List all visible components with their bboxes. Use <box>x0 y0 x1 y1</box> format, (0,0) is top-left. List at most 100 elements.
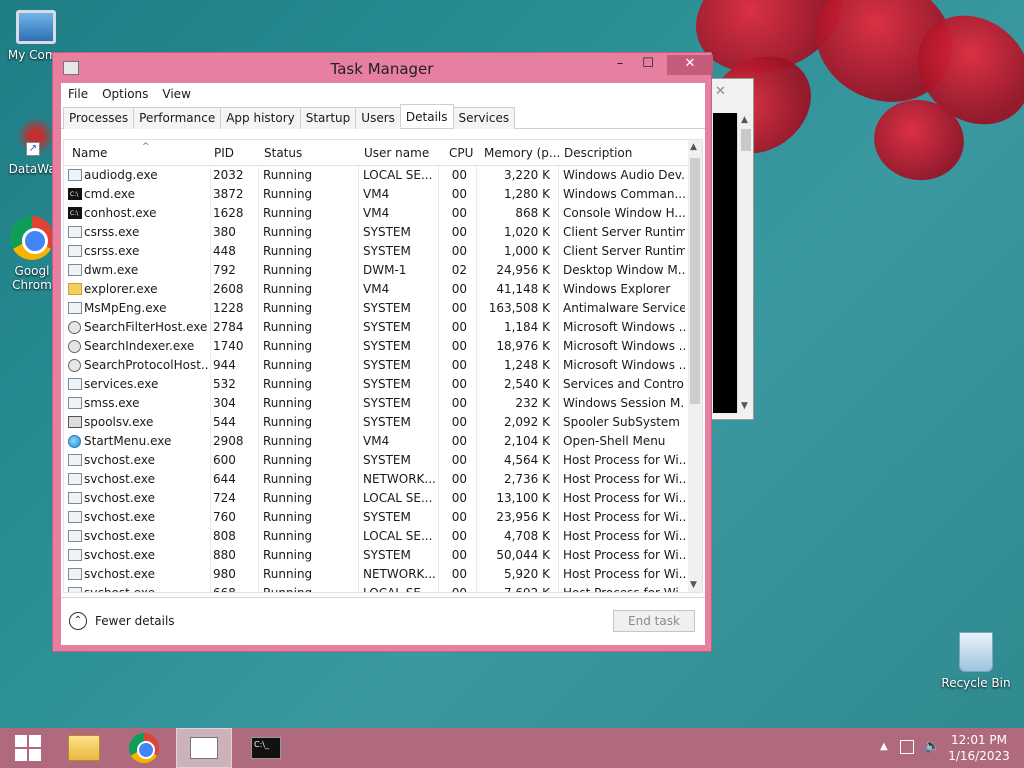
table-row[interactable]: svchost.exe 980 Running NETWORK... 00 5,920 K… <box>64 565 690 584</box>
network-icon[interactable] <box>900 740 914 754</box>
table-row[interactable]: svchost.exe 644 Running NETWORK... 00 2,736 K… <box>64 470 690 489</box>
desktop-icon-recycle-bin[interactable]: Recycle Bin <box>938 632 1014 690</box>
maximize-button[interactable]: ☐ <box>635 55 661 75</box>
minimize-button[interactable]: – <box>607 55 633 75</box>
table-row[interactable]: svchost.exe 724 Running LOCAL SE... 00 13,100… <box>64 489 690 508</box>
taskbar-chrome[interactable] <box>116 728 172 768</box>
scroll-down-icon[interactable]: ▼ <box>741 401 748 411</box>
process-name: StartMenu.exe <box>84 434 172 448</box>
menu-file[interactable]: File <box>61 83 95 105</box>
tab-startup[interactable]: Startup <box>299 107 357 129</box>
table-row[interactable]: conhost.exe 1628 Running VM4 00 868 K Console … <box>64 204 690 223</box>
taskbar-task-manager[interactable] <box>176 728 232 768</box>
process-pid: 792 <box>213 263 236 277</box>
table-row[interactable]: svchost.exe 668 Running LOCAL SE... 00 7,692 … <box>64 584 690 593</box>
process-cpu: 00 <box>451 168 467 182</box>
process-search-icon <box>68 340 81 353</box>
scroll-down-icon[interactable]: ▼ <box>690 580 697 590</box>
process-status: Running <box>263 320 313 334</box>
process-cpu: 00 <box>451 453 467 467</box>
process-memory: 1,020 K <box>503 225 550 239</box>
table-row[interactable]: dwm.exe 792 Running DWM-1 02 24,956 K Desktop … <box>64 261 690 280</box>
table-row[interactable]: smss.exe 304 Running SYSTEM 00 232 K Windows S… <box>64 394 690 413</box>
tab-strip: Processes Performance App history Startu… <box>61 104 705 129</box>
process-name: MsMpEng.exe <box>84 301 167 315</box>
table-row[interactable]: svchost.exe 880 Running SYSTEM 00 50,044 K Hos… <box>64 546 690 565</box>
table-scrollbar[interactable]: ▲ ▼ <box>688 140 702 592</box>
taskbar-file-explorer[interactable] <box>56 728 112 768</box>
process-name: services.exe <box>84 377 159 391</box>
table-row[interactable]: SearchProtocolHost.... 944 Running SYSTEM 00… <box>64 356 690 375</box>
process-printer-icon <box>68 416 82 428</box>
process-app-icon <box>68 378 82 390</box>
column-header-cpu[interactable]: CPU <box>449 146 473 160</box>
scroll-up-icon[interactable]: ▲ <box>741 115 748 125</box>
tab-performance[interactable]: Performance <box>133 107 222 129</box>
process-pid: 668 <box>213 586 236 593</box>
console-scrollbar[interactable]: ▲ ▼ <box>737 113 753 413</box>
process-memory: 2,736 K <box>503 472 550 486</box>
computer-icon <box>16 10 56 44</box>
background-console-window[interactable]: ✕ ▲ ▼ <box>708 78 754 420</box>
tab-app-history[interactable]: App history <box>220 107 301 129</box>
close-button[interactable]: ✕ <box>667 55 713 75</box>
table-row[interactable]: svchost.exe 808 Running LOCAL SE... 00 4,708 … <box>64 527 690 546</box>
table-row[interactable]: audiodg.exe 2032 Running LOCAL SE... 00 3,220… <box>64 166 690 185</box>
table-row[interactable]: csrss.exe 380 Running SYSTEM 00 1,020 K Client… <box>64 223 690 242</box>
table-row[interactable]: explorer.exe 2608 Running VM4 00 41,148 K Wind… <box>64 280 690 299</box>
table-row[interactable]: SearchIndexer.exe 1740 Running SYSTEM 00 18,9… <box>64 337 690 356</box>
process-search-icon <box>68 321 81 334</box>
process-pid: 1628 <box>213 206 244 220</box>
process-cpu: 00 <box>451 225 467 239</box>
scroll-up-icon[interactable]: ▲ <box>690 142 697 152</box>
show-hidden-icons-icon[interactable]: ▲ <box>880 741 888 752</box>
table-row[interactable]: SearchFilterHost.exe 2784 Running SYSTEM 00 1… <box>64 318 690 337</box>
menu-view[interactable]: View <box>155 83 197 105</box>
process-user: NETWORK... <box>363 472 435 486</box>
process-name: svchost.exe <box>84 567 155 581</box>
process-description: Antimalware Service... <box>563 301 685 315</box>
taskbar-command-prompt[interactable]: C:\_ <box>238 728 294 768</box>
process-user: SYSTEM <box>363 339 411 353</box>
process-description: Host Process for Wi... <box>563 548 685 562</box>
table-row[interactable]: csrss.exe 448 Running SYSTEM 00 1,000 K Client… <box>64 242 690 261</box>
process-user: LOCAL SE... <box>363 168 433 182</box>
table-row[interactable]: svchost.exe 760 Running SYSTEM 00 23,956 K Hos… <box>64 508 690 527</box>
start-button[interactable] <box>0 728 56 768</box>
table-row[interactable]: spoolsv.exe 544 Running SYSTEM 00 2,092 K Spoo… <box>64 413 690 432</box>
close-icon[interactable]: ✕ <box>715 84 726 99</box>
process-status: Running <box>263 377 313 391</box>
column-header-pid[interactable]: PID <box>214 146 234 160</box>
clock[interactable]: 12:01 PM 1/16/2023 <box>948 732 1010 764</box>
title-bar[interactable]: Task Manager – ☐ ✕ <box>53 53 713 83</box>
tab-details[interactable]: Details <box>399 104 454 128</box>
process-status: Running <box>263 187 313 201</box>
table-row[interactable]: cmd.exe 3872 Running VM4 00 1,280 K Windows Co… <box>64 185 690 204</box>
scroll-thumb[interactable] <box>741 129 751 151</box>
folder-icon <box>68 735 100 761</box>
windows-logo-icon <box>15 735 41 761</box>
column-header-name[interactable]: Name ^ <box>72 142 150 160</box>
tab-processes[interactable]: Processes <box>63 107 135 129</box>
column-header-description[interactable]: Description <box>564 146 632 160</box>
tab-users[interactable]: Users <box>355 107 401 129</box>
scroll-thumb[interactable] <box>690 158 700 404</box>
table-row[interactable]: StartMenu.exe 2908 Running VM4 00 2,104 K Open… <box>64 432 690 451</box>
table-row[interactable]: svchost.exe 600 Running SYSTEM 00 4,564 K Host… <box>64 451 690 470</box>
column-header-memory[interactable]: Memory (p... <box>484 146 560 160</box>
end-task-button[interactable]: End task <box>613 610 695 632</box>
tab-services[interactable]: Services <box>452 107 516 129</box>
menu-options[interactable]: Options <box>95 83 155 105</box>
chrome-icon <box>10 216 54 260</box>
column-header-user-name[interactable]: User name <box>364 146 429 160</box>
process-app-icon <box>68 226 82 238</box>
process-app-icon <box>68 473 82 485</box>
process-user: VM4 <box>363 206 390 220</box>
table-row[interactable]: services.exe 532 Running SYSTEM 00 2,540 K Ser… <box>64 375 690 394</box>
column-header-status[interactable]: Status <box>264 146 302 160</box>
process-memory: 1,280 K <box>503 187 550 201</box>
process-pid: 2608 <box>213 282 244 296</box>
fewer-details-button[interactable]: ⌃ Fewer details <box>69 612 175 630</box>
table-row[interactable]: MsMpEng.exe 1228 Running SYSTEM 00 163,508 K A… <box>64 299 690 318</box>
volume-icon[interactable]: 🔈 <box>924 739 940 754</box>
